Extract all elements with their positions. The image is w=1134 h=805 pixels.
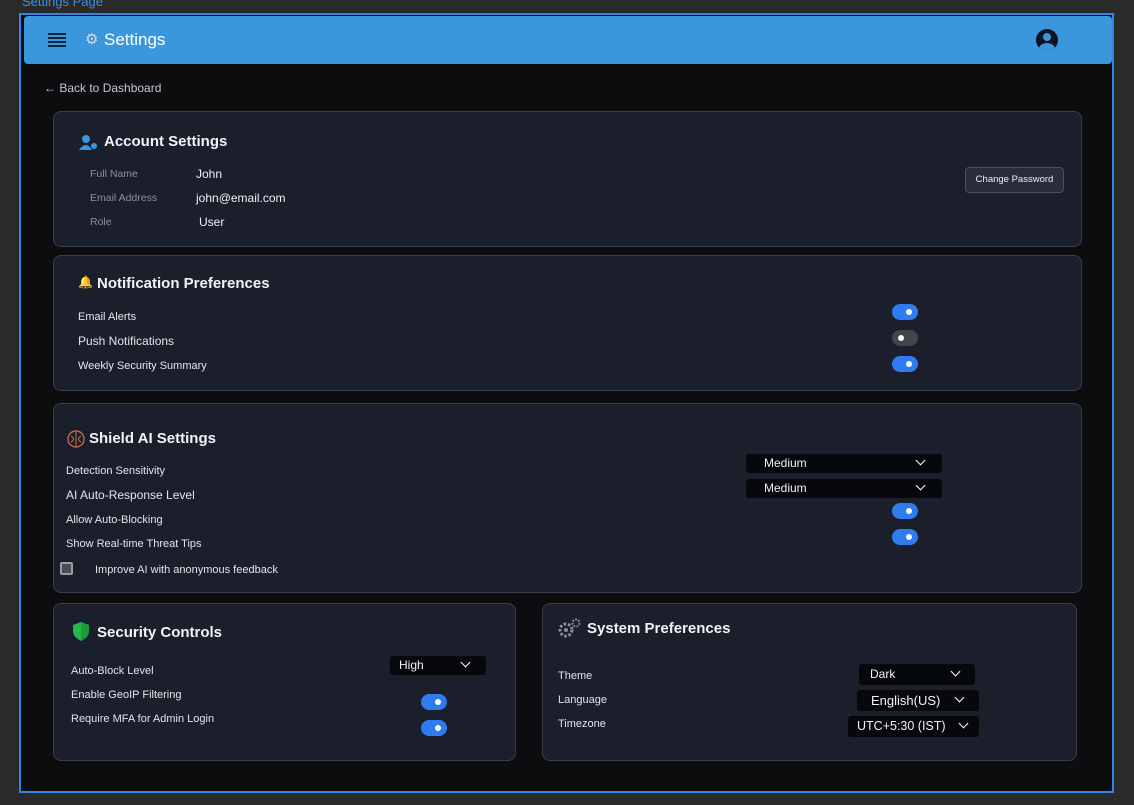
language-select[interactable]: English(US) [857,690,979,711]
geoip-filtering-label: Enable GeoIP Filtering [71,689,182,701]
account-user-icon [79,135,97,150]
email-alerts-toggle[interactable] [892,304,918,320]
settings-gear-icon: ⚙ [85,31,99,48]
require-mfa-label: Require MFA for Admin Login [71,713,215,725]
app-bar: ⚙ Settings [24,16,1112,64]
notification-preferences-title: Notification Preferences [97,275,270,292]
push-notifications-label: Push Notifications [78,334,175,348]
gears-icon [558,618,581,638]
geoip-filtering-toggle[interactable] [421,694,447,710]
auto-block-level-select[interactable]: High [390,656,486,675]
email-address-value: john@email.com [196,191,286,205]
auto-block-level-label: Auto-Block Level [71,665,154,677]
chevron-down-icon [917,482,925,490]
allow-auto-blocking-label: Allow Auto-Blocking [66,514,163,526]
shield-ai-settings-card: Shield AI Settings Detection Sensitivity… [53,403,1082,593]
chevron-down-icon [952,668,960,676]
allow-auto-blocking-toggle[interactable] [892,503,918,519]
push-notifications-toggle[interactable] [892,330,918,346]
full-name-label: Full Name [90,168,138,180]
app-title: Settings [104,30,166,49]
chevron-down-icon [956,694,964,702]
timezone-select[interactable]: UTC+5:30 (IST) [848,716,979,737]
language-label: Language [558,694,607,706]
chevron-down-icon [960,720,968,728]
ai-auto-response-select[interactable]: Medium [746,479,942,498]
brain-icon [67,430,85,448]
timezone-label: Timezone [558,718,606,730]
bell-icon: 🔔 [78,275,93,289]
theme-value: Dark [870,667,896,681]
back-to-dashboard-link[interactable]: ← Back to Dashboard [44,81,161,95]
detection-sensitivity-select[interactable]: Medium [746,454,942,473]
require-mfa-toggle[interactable] [421,720,447,736]
account-settings-card: Account Settings Full Name John Email Ad… [53,111,1082,247]
settings-frame: ⚙ Settings ← Back to Dashboard Account S… [19,13,1114,793]
threat-tips-label: Show Real-time Threat Tips [66,538,202,550]
weekly-security-summary-toggle[interactable] [892,356,918,372]
chevron-down-icon [917,457,925,465]
page-caption: Settings Page [22,0,103,9]
email-alerts-label: Email Alerts [78,311,137,323]
security-controls-card: Security Controls Auto-Block Level High … [53,603,516,761]
notification-preferences-card: 🔔 Notification Preferences Email Alerts … [53,255,1082,391]
ai-auto-response-value: Medium [764,481,807,495]
detection-sensitivity-label: Detection Sensitivity [66,465,166,477]
auto-block-level-value: High [399,658,424,672]
anonymous-feedback-label: Improve AI with anonymous feedback [95,564,278,576]
weekly-security-summary-label: Weekly Security Summary [78,360,207,372]
system-preferences-title: System Preferences [587,620,731,637]
hamburger-menu-icon[interactable] [48,33,66,47]
anonymous-feedback-checkbox[interactable] [60,562,73,575]
detection-sensitivity-value: Medium [764,456,807,470]
system-preferences-card: System Preferences Theme Dark Language E… [542,603,1077,761]
shield-ai-settings-title: Shield AI Settings [89,430,216,447]
chevron-down-icon [462,659,470,667]
change-password-button[interactable]: Change Password [965,167,1064,193]
language-value: English(US) [871,693,941,708]
role-value: User [199,215,225,229]
theme-select[interactable]: Dark [859,664,975,685]
account-settings-title: Account Settings [104,133,228,150]
timezone-value: UTC+5:30 (IST) [857,719,946,733]
user-avatar-icon[interactable] [1036,29,1058,51]
shield-icon [73,622,89,641]
full-name-value: John [196,167,223,181]
ai-auto-response-label: AI Auto-Response Level [66,488,195,502]
email-address-label: Email Address [90,192,158,204]
threat-tips-toggle[interactable] [892,529,918,545]
theme-label: Theme [558,670,593,682]
role-label: Role [90,216,112,228]
security-controls-title: Security Controls [97,624,223,641]
